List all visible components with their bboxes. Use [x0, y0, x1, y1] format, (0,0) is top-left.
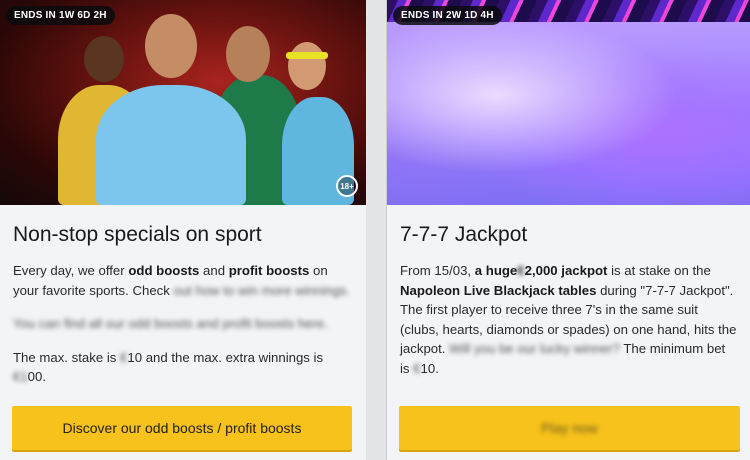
blurred-text: € — [413, 360, 421, 376]
blurred-hero-image — [387, 22, 750, 205]
button-label: Play now — [541, 420, 598, 436]
promo-content: 7-7-7 Jackpot From 15/03, a huge€2,000 j… — [387, 205, 750, 378]
countdown-badge: ENDS IN 2W 1D 4H — [393, 6, 502, 25]
age-restriction-icon: 18+ — [336, 175, 358, 197]
text-span: 10. — [420, 360, 439, 376]
countdown-badge: ENDS IN 1W 6D 2H — [6, 6, 115, 25]
headband — [286, 52, 328, 59]
text-bold: a huge — [474, 263, 518, 278]
athlete-head — [145, 14, 197, 78]
text-span: From 15/03, — [400, 263, 475, 278]
promo-description: Every day, we offer odd boosts and profi… — [13, 261, 354, 300]
promo-title: Non-stop specials on sport — [13, 223, 262, 246]
blurred-text: out how to win more winnings. — [173, 282, 351, 298]
promo-content: Non-stop specials on sport Every day, we… — [0, 205, 366, 387]
text-span: and — [199, 263, 229, 278]
play-now-button[interactable]: Play now — [399, 406, 740, 450]
promo-description: From 15/03, a huge€2,000 jackpot is at s… — [400, 261, 738, 378]
athlete-head — [288, 42, 326, 90]
promo-hero-image[interactable]: ENDS IN 2W 1D 4H — [387, 0, 750, 205]
promotions-page: ENDS IN 1W 6D 2H 18+ Non-stop specials o… — [0, 0, 750, 460]
card-gap — [366, 0, 386, 460]
text-bold: Napoleon Live Blackjack tables — [400, 282, 597, 298]
text-bold: profit boosts — [228, 263, 310, 278]
blurred-text: €1 — [13, 369, 28, 384]
text-span: Every day, we offer — [13, 263, 129, 278]
athlete-head — [84, 36, 124, 82]
text-bold: 2,000 jackpot — [524, 263, 608, 278]
text-span: 10 and the max. extra winnings is — [127, 349, 324, 365]
text-span: is at stake on the — [607, 263, 711, 278]
athlete-figure — [96, 85, 246, 205]
blurred-text: € — [120, 349, 128, 365]
promo-hero-image[interactable]: ENDS IN 1W 6D 2H 18+ — [0, 0, 366, 205]
promo-card-sport[interactable]: ENDS IN 1W 6D 2H 18+ Non-stop specials o… — [0, 0, 366, 460]
athlete-head — [226, 26, 270, 82]
text-span: 00. — [27, 369, 47, 384]
text-span: The max. stake is — [13, 349, 121, 365]
promo-card-jackpot[interactable]: ENDS IN 2W 1D 4H 7-7-7 Jackpot From 15/0… — [386, 0, 750, 460]
blurred-paragraph: You can find all our odd boosts and prof… — [13, 316, 328, 331]
discover-boosts-button[interactable]: Discover our odd boosts / profit boosts — [12, 406, 352, 450]
promo-terms: The max. stake is €10 and the max. extra… — [13, 348, 354, 387]
blurred-text: Will you be our lucky winner? — [449, 341, 620, 356]
blurred-text: € — [517, 263, 525, 278]
promo-title: 7-7-7 Jackpot — [400, 223, 528, 246]
text-bold: odd boosts — [128, 263, 200, 278]
